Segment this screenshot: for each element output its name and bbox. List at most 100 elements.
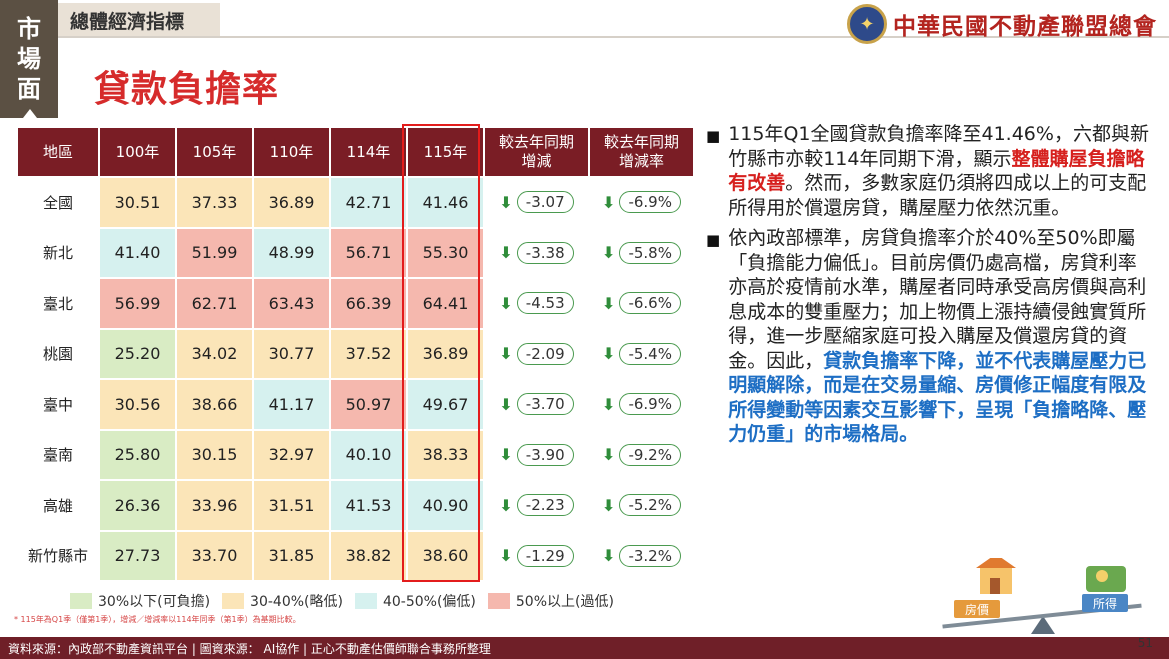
region-cell: 全國 xyxy=(18,178,98,227)
value-cell: 32.97 xyxy=(254,430,329,479)
down-arrow-icon: ⬇ xyxy=(602,293,616,313)
value-cell: 41.53 xyxy=(331,481,406,530)
value-cell: 49.67 xyxy=(408,380,483,429)
legend-item: 30%以下(可負擔) xyxy=(70,591,210,611)
value-cell: 37.33 xyxy=(177,178,252,227)
value-cell: 27.73 xyxy=(100,531,175,580)
change-value: -3.07 xyxy=(516,191,574,214)
value-cell: 30.56 xyxy=(100,380,175,429)
region-cell: 新竹縣市 xyxy=(18,531,98,580)
column-header: 114年 xyxy=(331,128,406,176)
column-header: 較去年同期 增減 xyxy=(485,128,588,176)
side-tab-char: 場 xyxy=(17,45,41,73)
change-value: -5.4% xyxy=(619,342,681,365)
change-rate-cell: ⬇ -9.2% xyxy=(590,431,693,480)
table-row: 新北 41.40 51.99 48.99 56.71 55.30 ⬇ -3.38 ⬇ -5.8% xyxy=(18,228,693,278)
value-cell: 30.15 xyxy=(177,430,252,479)
down-arrow-icon: ⬇ xyxy=(602,192,616,212)
value-cell: 64.41 xyxy=(408,279,483,328)
region-cell: 臺南 xyxy=(18,430,98,479)
region-cell: 臺北 xyxy=(18,279,98,328)
column-header: 100年 xyxy=(100,128,175,176)
value-cell: 55.30 xyxy=(408,228,483,277)
value-cell: 66.39 xyxy=(331,279,406,328)
value-cell: 63.43 xyxy=(254,279,329,328)
change-cell: ⬇ -3.70 xyxy=(485,380,588,429)
table-header-row: 地區 100年 105年 110年 114年 115年 較去年同期 增減 較去年同期 增減率 xyxy=(18,128,693,176)
change-cell: ⬇ -3.07 xyxy=(485,178,588,227)
change-value: -3.90 xyxy=(516,443,574,466)
value-cell: 56.99 xyxy=(100,279,175,328)
value-cell: 33.70 xyxy=(177,531,252,580)
value-cell: 34.02 xyxy=(177,329,252,378)
value-cell: 38.33 xyxy=(408,430,483,479)
page-title: 貸款負擔率 xyxy=(94,69,280,110)
square-bullet-icon: ■ xyxy=(706,231,721,249)
legend-item: 30-40%(略低) xyxy=(222,591,343,611)
change-cell: ⬇ -1.29 xyxy=(485,532,588,581)
bullet-1-text: 115年Q1全國貸款負擔率降至41.46%，六都與新竹縣市亦較114年同期下滑，… xyxy=(728,122,1154,220)
change-rate-cell: ⬇ -5.4% xyxy=(590,330,693,379)
change-indicator: ⬇ -9.2% xyxy=(602,443,681,466)
change-indicator: ⬇ -1.29 xyxy=(499,544,574,567)
change-rate-cell: ⬇ -6.9% xyxy=(590,380,693,429)
legend-swatch xyxy=(222,593,245,609)
bullet-2: ■ 依內政部標準，房貸負擔率介於40%至50%即屬「負擔能力偏低」。目前房價仍處… xyxy=(706,226,1154,447)
balance-scale-illustration: 房價 所得 xyxy=(942,558,1142,634)
bullet-text: 。然而，多數家庭仍須將四成以上的可支配所得用於償還房貸，購屋壓力依然沉重。 xyxy=(728,172,1147,219)
value-cell: 25.80 xyxy=(100,430,175,479)
change-value: -5.2% xyxy=(619,494,681,517)
legend-label: 30%以下(可負擔) xyxy=(98,594,211,610)
column-header: 105年 xyxy=(177,128,252,176)
change-indicator: ⬇ -3.70 xyxy=(499,393,574,416)
change-indicator: ⬇ -4.53 xyxy=(499,292,574,315)
column-header: 115年 xyxy=(408,128,483,176)
column-header: 110年 xyxy=(254,128,329,176)
notch-icon xyxy=(23,109,37,118)
change-rate-cell: ⬇ -5.8% xyxy=(590,229,693,278)
org-name: 中華民國不動產聯盟總會 xyxy=(893,13,1157,40)
change-value: -3.2% xyxy=(619,544,681,567)
change-value: -6.6% xyxy=(619,292,681,315)
change-value: -4.53 xyxy=(516,292,574,315)
table-row: 高雄 26.36 33.96 31.51 41.53 40.90 ⬇ -2.23 ⬇ -5.2% xyxy=(18,481,693,530)
value-cell: 50.97 xyxy=(331,380,406,429)
change-indicator: ⬇ -3.38 xyxy=(499,241,574,264)
value-cell: 62.71 xyxy=(177,279,252,328)
change-indicator: ⬇ -6.9% xyxy=(602,191,681,214)
bullet-1: ■ 115年Q1全國貸款負擔率降至41.46%，六都與新竹縣市亦較114年同期下… xyxy=(706,122,1154,220)
change-indicator: ⬇ -3.07 xyxy=(499,191,574,214)
down-arrow-icon: ⬇ xyxy=(499,243,513,263)
change-indicator: ⬇ -3.90 xyxy=(499,443,574,466)
table-row: 臺北 56.99 62.71 63.43 66.39 64.41 ⬇ -4.53 ⬇ -6.6% xyxy=(18,279,693,328)
change-indicator: ⬇ -5.8% xyxy=(602,241,681,264)
down-arrow-icon: ⬇ xyxy=(499,445,513,465)
change-value: -9.2% xyxy=(619,443,681,466)
bullet-2-text: 依內政部標準，房貸負擔率介於40%至50%即屬「負擔能力偏低」。目前房價仍處高檔… xyxy=(728,226,1154,447)
change-rate-cell: ⬇ -3.2% xyxy=(590,532,693,581)
change-value: -3.70 xyxy=(516,393,574,416)
down-arrow-icon: ⬇ xyxy=(602,495,616,515)
legend-label: 40-50%(偏低) xyxy=(382,594,476,610)
value-cell: 48.99 xyxy=(254,228,329,277)
change-indicator: ⬇ -2.23 xyxy=(499,494,574,517)
down-arrow-icon: ⬇ xyxy=(499,546,513,566)
value-cell: 40.90 xyxy=(408,481,483,530)
change-value: -5.8% xyxy=(619,241,681,264)
region-cell: 高雄 xyxy=(18,481,98,530)
value-cell: 38.60 xyxy=(408,531,483,580)
legend-label: 30-40%(略低) xyxy=(250,594,343,610)
change-indicator: ⬇ -5.4% xyxy=(602,342,681,365)
footer-source: 資料來源：內政部不動產資訊平台 | 圖資來源： AI協作 | 正心不動產估價師聯… xyxy=(0,637,1169,659)
org-logo: ✦ 中華民國不動產聯盟總會 xyxy=(847,4,1157,44)
value-cell: 41.46 xyxy=(408,178,483,227)
column-header: 較去年同期 增減率 xyxy=(590,128,693,176)
change-rate-cell: ⬇ -5.2% xyxy=(590,481,693,530)
region-cell: 桃園 xyxy=(18,329,98,378)
emblem-icon: ✦ xyxy=(847,4,887,44)
table-row: 臺中 30.56 38.66 41.17 50.97 49.67 ⬇ -3.70 ⬇ -6.9% xyxy=(18,380,693,429)
value-cell: 30.51 xyxy=(100,178,175,227)
change-indicator: ⬇ -5.2% xyxy=(602,494,681,517)
change-cell: ⬇ -3.38 xyxy=(485,229,588,278)
down-arrow-icon: ⬇ xyxy=(499,293,513,313)
